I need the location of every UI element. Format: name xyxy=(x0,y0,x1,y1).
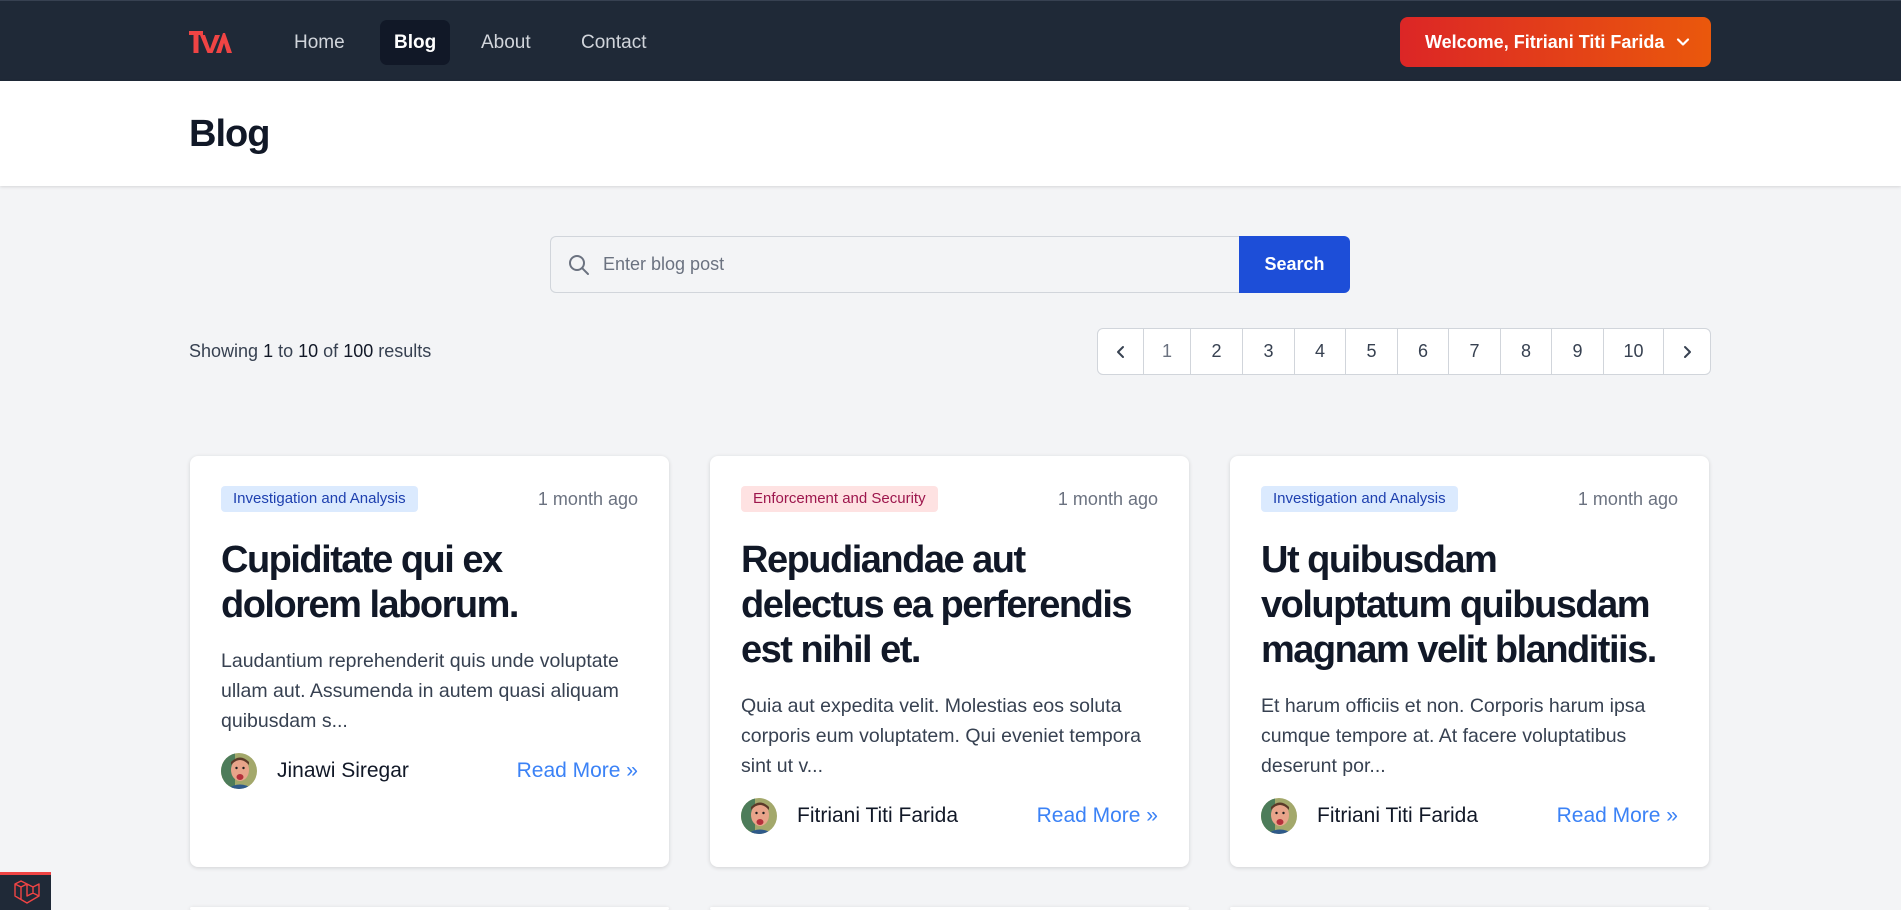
blog-card[interactable]: Investigation and Analysis 1 month ago U… xyxy=(1230,456,1709,867)
post-excerpt: Laudantium reprehenderit quis unde volup… xyxy=(221,650,619,732)
results-suffix: results xyxy=(378,341,432,361)
nav-blog[interactable]: Blog xyxy=(380,20,451,65)
results-from: 1 xyxy=(263,341,274,361)
user-menu-button[interactable]: Welcome, Fitriani Titi Farida xyxy=(1400,17,1711,67)
category-badge[interactable]: Investigation and Analysis xyxy=(1261,486,1458,512)
pagination-page-5[interactable]: 5 xyxy=(1346,329,1398,374)
category-badge[interactable]: Enforcement and Security xyxy=(741,486,938,512)
category-badge[interactable]: Investigation and Analysis xyxy=(221,486,418,512)
post-time: 1 month ago xyxy=(1057,489,1158,509)
results-to: 10 xyxy=(298,341,319,361)
pagination-prev-button[interactable] xyxy=(1098,329,1144,374)
post-excerpt: Quia aut expedita velit. Molestias eos s… xyxy=(741,695,1141,777)
read-more-link[interactable]: Read More » xyxy=(1557,804,1678,828)
avatar xyxy=(221,753,257,789)
search-bar: Search xyxy=(550,236,1350,293)
nav-about[interactable]: About xyxy=(467,20,545,65)
pagination-page-1[interactable]: 1 xyxy=(1144,329,1191,374)
navbar: Home Blog About Contact Welcome, Fitrian… xyxy=(0,0,1901,81)
user-menu-label: Welcome, Fitriani Titi Farida xyxy=(1425,31,1665,52)
search-icon xyxy=(569,254,589,275)
pagination-page-9[interactable]: 9 xyxy=(1552,329,1604,374)
author-name: Fitriani Titi Farida xyxy=(1317,804,1479,827)
post-title[interactable]: Repudiandae aut delectus ea perferendis … xyxy=(741,538,1161,673)
post-time: 1 month ago xyxy=(537,489,638,509)
post-title[interactable]: Cupiditate qui ex dolorem laborum. xyxy=(221,538,641,628)
pagination-page-3[interactable]: 3 xyxy=(1243,329,1295,374)
results-of-word: of xyxy=(323,341,339,361)
nav-home[interactable]: Home xyxy=(280,20,359,65)
read-more-link[interactable]: Read More » xyxy=(1037,804,1158,828)
post-author-row: Fitriani Titi Farida Read More » xyxy=(1261,798,1678,834)
pagination-page-2[interactable]: 2 xyxy=(1191,329,1243,374)
pagination: 1 2 3 4 5 6 7 8 9 10 xyxy=(1097,328,1711,375)
post-excerpt: Et harum officiis et non. Corporis harum… xyxy=(1261,695,1646,777)
search-button[interactable]: Search xyxy=(1239,236,1350,293)
search-input[interactable] xyxy=(603,254,1203,275)
avatar xyxy=(741,798,777,834)
post-author-row: Jinawi Siregar Read More » xyxy=(221,753,638,789)
brand-logo[interactable] xyxy=(189,31,232,53)
search-field[interactable] xyxy=(550,236,1239,293)
page-title: Blog xyxy=(189,113,270,155)
pagination-next-button[interactable] xyxy=(1664,329,1710,374)
chevron-left-icon xyxy=(1116,345,1124,358)
results-total: 100 xyxy=(343,341,374,361)
blog-card[interactable]: Enforcement and Security 1 month ago Rep… xyxy=(710,456,1189,867)
blog-card[interactable]: Investigation and Analysis 1 month ago C… xyxy=(190,456,669,867)
post-time: 1 month ago xyxy=(1577,489,1678,509)
pagination-page-10[interactable]: 10 xyxy=(1604,329,1664,374)
post-title[interactable]: Ut quibusdam voluptatum quibusdam magnam… xyxy=(1261,538,1681,673)
author-name: Jinawi Siregar xyxy=(277,759,409,782)
post-author-row: Fitriani Titi Farida Read More » xyxy=(741,798,1158,834)
avatar xyxy=(1261,798,1297,834)
pagination-page-4[interactable]: 4 xyxy=(1295,329,1346,374)
laravel-icon xyxy=(13,879,40,904)
pagination-page-7[interactable]: 7 xyxy=(1449,329,1501,374)
read-more-link[interactable]: Read More » xyxy=(517,759,638,783)
results-to-word: to xyxy=(278,341,294,361)
page-header: Blog xyxy=(0,81,1901,186)
pagination-page-6[interactable]: 6 xyxy=(1398,329,1449,374)
results-summary: Showing 1 to 10 of 100 results xyxy=(189,341,431,362)
results-prefix: Showing xyxy=(189,341,259,361)
pagination-page-8[interactable]: 8 xyxy=(1501,329,1552,374)
chevron-right-icon xyxy=(1684,345,1691,358)
debugbar-toggle[interactable] xyxy=(0,872,51,910)
chevron-down-icon xyxy=(1677,38,1690,46)
author-name: Fitriani Titi Farida xyxy=(797,804,959,827)
nav-contact[interactable]: Contact xyxy=(567,20,660,65)
